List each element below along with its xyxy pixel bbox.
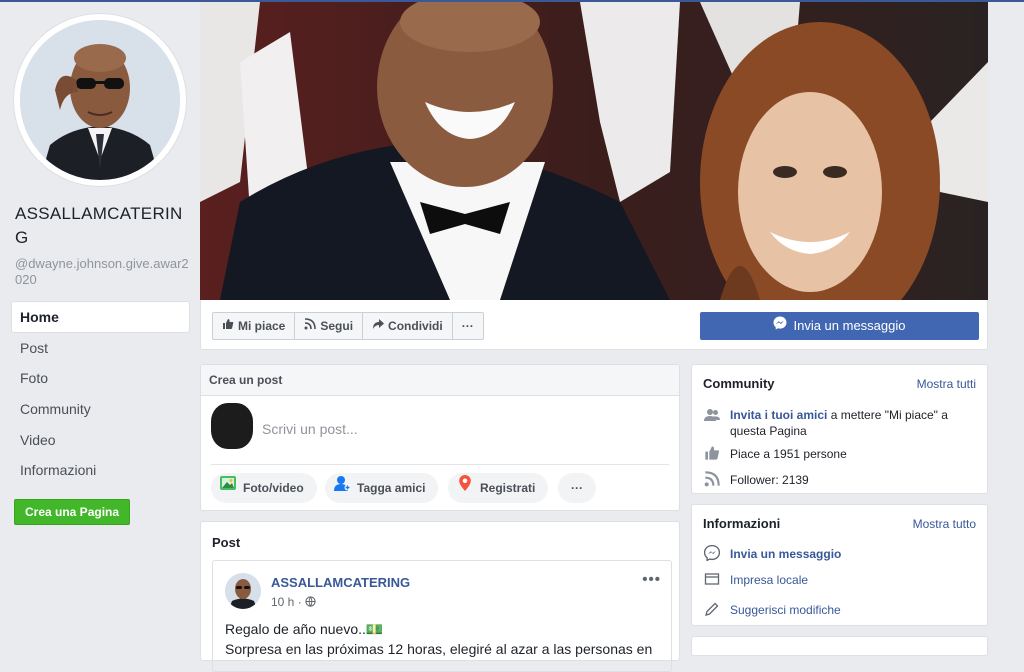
create-post-header: Crea un post <box>201 365 679 396</box>
profile-photo <box>20 20 180 180</box>
photo-video-label: Foto/video <box>243 481 304 495</box>
nav-item-foto[interactable]: Foto <box>12 363 189 393</box>
tag-friends-label: Tagga amici <box>357 481 426 495</box>
send-message-label: Invia un messaggio <box>793 318 906 333</box>
page-username: @dwayne.johnson.give.awar2020 <box>15 256 189 287</box>
left-sidebar: ASSALLAMCATERING @dwayne.johnson.give.aw… <box>0 2 198 647</box>
rss-icon <box>304 313 317 339</box>
post-options-button[interactable]: ••• <box>642 571 661 588</box>
rss-icon <box>704 471 720 487</box>
storefront-icon <box>704 571 720 587</box>
location-pin-icon <box>456 473 474 503</box>
follow-button[interactable]: Segui <box>295 313 364 339</box>
create-post-card: Crea un post Scrivi un post... Foto/vide… <box>200 364 680 511</box>
page-nav: Home Post Foto Community Video Informazi… <box>12 302 189 486</box>
posts-card: Post ASSALLAMCATERING 10 h · ••• Regalo … <box>200 521 680 672</box>
more-dots-icon: ··· <box>571 481 583 495</box>
pencil-icon <box>704 601 720 617</box>
post-text-line-2: Sorpresa en las próximas 12 horas, elegi… <box>225 641 653 657</box>
nav-item-home[interactable]: Home <box>12 302 189 332</box>
share-label: Condividi <box>388 319 443 333</box>
globe-icon <box>305 595 316 609</box>
composer-avatar <box>211 403 253 449</box>
invite-friends-icon <box>704 407 720 423</box>
local-business-link[interactable]: Impresa locale <box>730 572 808 588</box>
page-action-bar: Mi piace Segui Condividi ··· Invia un me… <box>200 300 988 350</box>
community-see-all-link[interactable]: Mostra tutti <box>917 377 976 391</box>
community-title: Community <box>703 376 775 391</box>
thumbs-up-icon <box>704 445 720 461</box>
photo-icon <box>219 473 237 503</box>
composer-input[interactable]: Scrivi un post... <box>262 421 358 437</box>
post-time-label: 10 h · <box>271 595 302 609</box>
follow-label: Segui <box>320 319 354 333</box>
invite-friends-row: Invita i tuoi amici a mettere "Mi piace"… <box>730 407 970 439</box>
post-item: ASSALLAMCATERING 10 h · ••• Regalo de añ… <box>212 560 672 672</box>
like-label: Mi piace <box>238 319 286 333</box>
suggest-edits-link[interactable]: Suggerisci modifiche <box>730 602 841 618</box>
check-in-label: Registrati <box>480 481 536 495</box>
post-author-avatar[interactable] <box>225 573 261 609</box>
likes-count: Piace a 1951 persone <box>730 447 847 461</box>
posts-section-title: Post <box>212 535 241 550</box>
create-page-button[interactable]: Crea una Pagina <box>14 499 131 525</box>
page-name[interactable]: ASSALLAMCATERING <box>15 202 191 250</box>
like-button[interactable]: Mi piace <box>213 313 296 339</box>
nav-item-post[interactable]: Post <box>12 333 189 363</box>
post-author-name[interactable]: ASSALLAMCATERING <box>271 575 410 590</box>
composer-divider <box>211 464 669 465</box>
more-dots-icon: ··· <box>461 319 474 333</box>
tag-friends-button[interactable]: Tagga amici <box>325 473 439 503</box>
action-button-group: Mi piace Segui Condividi ··· <box>212 312 484 340</box>
messenger-icon <box>703 544 721 562</box>
post-timestamp[interactable]: 10 h · <box>271 595 316 609</box>
messenger-icon <box>773 313 787 339</box>
photo-video-button[interactable]: Foto/video <box>211 473 317 503</box>
post-text-line-1: Regalo de año nuevo..💵 <box>225 621 384 637</box>
nav-item-informazioni[interactable]: Informazioni <box>12 455 189 485</box>
more-options-button[interactable]: ··· <box>453 313 483 339</box>
followers-count: Follower: 2139 <box>730 473 809 487</box>
share-arrow-icon <box>372 313 385 339</box>
profile-picture[interactable] <box>14 14 186 186</box>
share-button[interactable]: Condividi <box>363 313 453 339</box>
info-see-all-link[interactable]: Mostra tutto <box>913 517 976 531</box>
thumbs-up-icon <box>222 313 234 339</box>
invite-friends-link[interactable]: Invita i tuoi amici <box>730 408 827 422</box>
next-card <box>691 636 988 656</box>
nav-item-video[interactable]: Video <box>12 425 189 455</box>
community-card: Community Mostra tutti Invita i tuoi ami… <box>691 364 988 494</box>
nav-item-community[interactable]: Community <box>12 394 189 424</box>
info-card: Informazioni Mostra tutto Invia un messa… <box>691 504 988 626</box>
info-send-message-link[interactable]: Invia un messaggio <box>730 546 841 562</box>
tag-friends-icon <box>333 473 351 503</box>
cover-photo[interactable] <box>200 2 988 300</box>
check-in-button[interactable]: Registrati <box>448 473 549 503</box>
info-title: Informazioni <box>703 516 781 531</box>
composer-more-button[interactable]: ··· <box>558 473 596 503</box>
send-message-button[interactable]: Invia un messaggio <box>700 312 979 340</box>
